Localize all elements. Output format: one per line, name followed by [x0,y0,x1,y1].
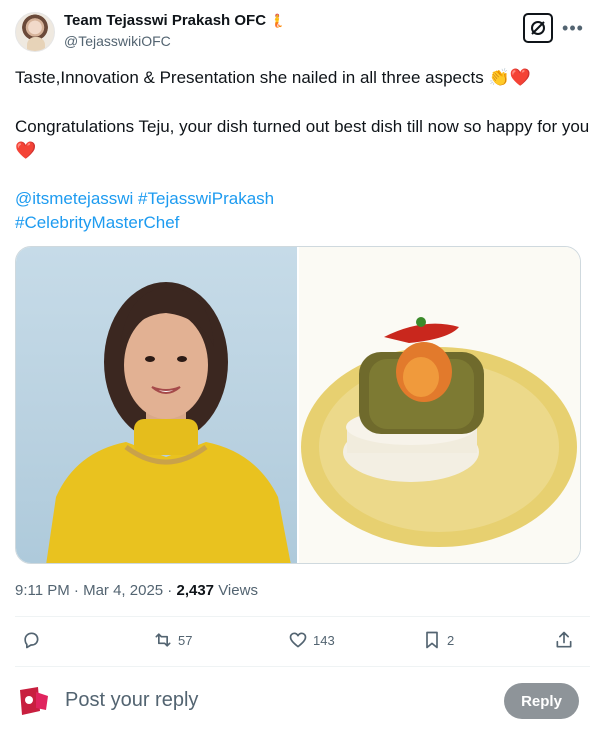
author-handle[interactable]: @TejasswikiOFC [64,33,171,49]
mermaid-emoji-icon: 🧜 [269,13,286,28]
red-heart-emoji: ❤️ [15,141,37,160]
woman-illustration [46,282,291,563]
hashtag-celebritymasterchef[interactable]: #CelebrityMasterChef [15,211,590,235]
tweet-text-1: Taste,Innovation & Presentation she nail… [15,68,484,87]
red-heart-emoji: ❤️ [509,68,531,87]
clapping-hands-emoji: 👏 [488,68,510,87]
plated-dish-photo[interactable] [299,247,580,563]
dish-illustration [301,317,577,547]
reply-action[interactable] [21,630,46,650]
heart-icon [289,632,307,648]
reply-input[interactable]: Post your reply [65,689,198,712]
reply-button[interactable]: Reply [504,683,579,719]
views-count: 2,437 [176,582,215,599]
user-avatar-icon [20,687,48,715]
woman-in-yellow-top-photo[interactable] [16,247,297,563]
author-avatar[interactable] [15,12,55,52]
bookmark-action[interactable]: 2 [422,630,454,650]
tweet-text-line1: Taste,Innovation & Presentation she nail… [15,66,590,90]
bookmark-icon [426,631,438,649]
bookmark-count: 2 [447,632,455,648]
share-icon [556,631,572,648]
divider [15,616,590,617]
divider [15,666,590,667]
current-user-avatar[interactable] [16,686,52,716]
grok-button[interactable] [523,13,553,43]
retweet-count: 57 [178,632,193,648]
like-action[interactable]: 143 [288,630,335,650]
tweet-text-2: Congratulations Teju, your dish turned o… [15,117,590,136]
tweet-time[interactable]: 9:11 PM [15,582,70,599]
retweet-action[interactable]: 57 [153,630,192,650]
share-action[interactable] [554,630,574,650]
tweet-tags: @itsmetejasswi #TejasswiPrakash #Celebri… [15,187,590,235]
reply-icon [24,632,39,649]
tweet-card: Team Tejasswi Prakash OFC 🧜 @TejasswikiOF… [0,0,604,736]
views-label: Views [218,582,258,599]
media-grid [15,246,581,564]
author-name[interactable]: Team Tejasswi Prakash OFC 🧜 [64,12,285,29]
tweet-text-line2: Congratulations Teju, your dish turned o… [15,115,590,163]
grok-icon [531,21,545,35]
tweet-date[interactable]: Mar 4, 2025 [83,582,163,599]
retweet-icon [155,633,171,647]
mention-and-hashtag[interactable]: @itsmetejasswi #TejasswiPrakash [15,187,590,211]
action-bar: 57 143 2 [15,622,590,662]
author-name-text[interactable]: Team Tejasswi Prakash OFC [64,12,266,29]
more-icon: ••• [562,17,584,38]
meta-separator: · [163,582,177,599]
more-button[interactable]: ••• [562,14,584,42]
meta-separator: · [69,582,84,599]
tweet-meta: 9:11 PM · Mar 4, 2025 · 2,437 Views [15,582,258,599]
like-count: 143 [313,632,335,648]
